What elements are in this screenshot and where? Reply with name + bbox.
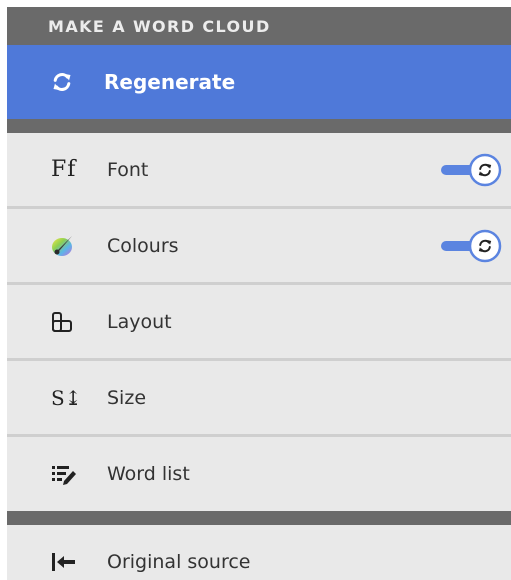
section-divider — [7, 511, 511, 525]
font-icon: Ff — [51, 157, 77, 182]
menu-item-font[interactable]: Ff Font — [7, 133, 511, 209]
refresh-icon — [53, 73, 71, 91]
palette-icon — [52, 235, 72, 256]
regenerate-label: Regenerate — [104, 70, 236, 94]
menu-item-original-source-label: Original source — [107, 551, 251, 573]
menu-item-layout[interactable]: Layout — [7, 285, 511, 361]
menu-item-word-list[interactable]: Word list — [7, 437, 511, 511]
word-cloud-panel: MAKE A WORD CLOUD Regenerate Ff Font Col… — [7, 7, 511, 580]
menu-item-size-label: Size — [107, 386, 147, 409]
font-randomize-toggle[interactable] — [439, 152, 503, 188]
menu-item-size[interactable]: S↨ Size — [7, 361, 511, 437]
menu-item-font-label: Font — [107, 158, 149, 181]
menu-item-word-list-label: Word list — [107, 463, 190, 485]
menu-item-layout-label: Layout — [107, 310, 172, 333]
size-icon: S↨ — [51, 385, 82, 410]
panel-header: MAKE A WORD CLOUD — [7, 7, 511, 45]
word-list-icon — [52, 466, 76, 485]
menu-item-colours[interactable]: Colours — [7, 209, 511, 285]
panel-title: MAKE A WORD CLOUD — [48, 16, 271, 36]
menu-item-colours-label: Colours — [107, 234, 179, 257]
return-arrow-icon — [52, 553, 75, 571]
colours-randomize-toggle[interactable] — [439, 228, 503, 264]
regenerate-button[interactable]: Regenerate — [7, 45, 511, 119]
menu-item-original-source[interactable]: Original source — [7, 525, 511, 580]
section-divider — [7, 119, 511, 133]
layout-icon — [52, 311, 72, 332]
